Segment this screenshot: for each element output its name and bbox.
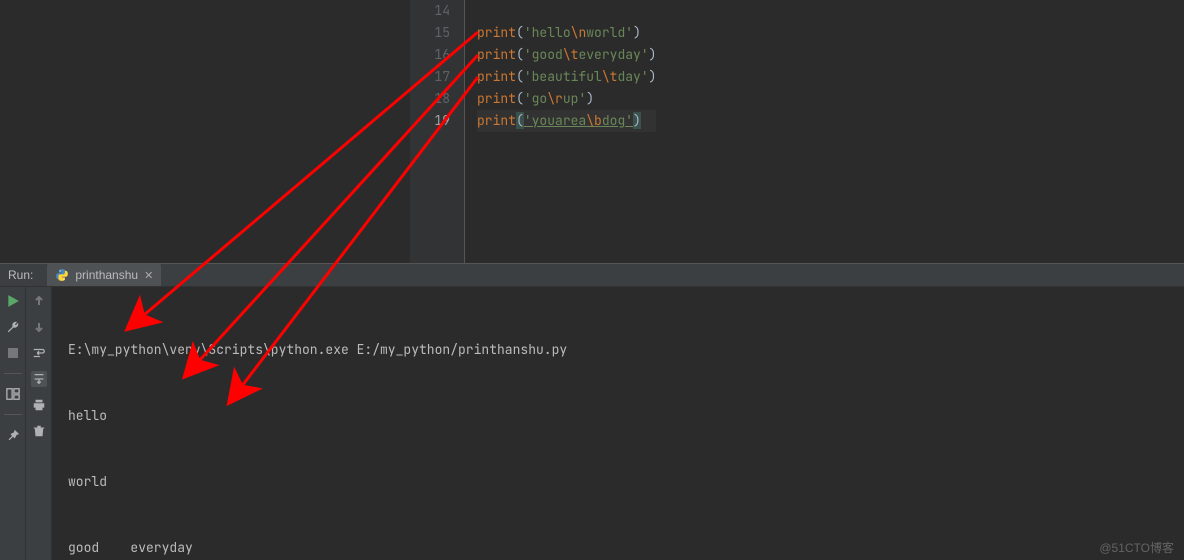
line-number: 18 <box>410 88 464 110</box>
code-line: print('youarea\bdog') <box>477 110 656 132</box>
line-number: 19 <box>410 110 464 132</box>
code-editor[interactable]: 14 15 16 17 18 19 print('hello\nworld') … <box>0 0 1184 263</box>
code-line: print('go\rup') <box>477 88 656 110</box>
console-line: hello <box>68 405 1172 427</box>
play-icon[interactable] <box>5 293 21 309</box>
run-tab-label: printhanshu <box>75 268 138 282</box>
scroll-to-end-icon[interactable] <box>31 371 47 387</box>
console-output[interactable]: E:\my_python\venv\Scripts\python.exe E:/… <box>52 287 1184 560</box>
code-area[interactable]: print('hello\nworld') print('good\tevery… <box>465 0 656 263</box>
arrow-down-icon[interactable] <box>31 319 47 335</box>
arrow-up-icon[interactable] <box>31 293 47 309</box>
console-line: world <box>68 471 1172 493</box>
trash-icon[interactable] <box>31 423 47 439</box>
stop-icon[interactable] <box>5 345 21 361</box>
print-icon[interactable] <box>31 397 47 413</box>
code-line <box>477 0 656 22</box>
separator <box>4 373 22 374</box>
line-number: 17 <box>410 66 464 88</box>
run-title: Run: <box>8 268 33 282</box>
pin-icon[interactable] <box>5 427 21 443</box>
console-line: E:\my_python\venv\Scripts\python.exe E:/… <box>68 339 1172 361</box>
code-line: print('beautiful\tday') <box>477 66 656 88</box>
close-icon[interactable]: ✕ <box>144 269 153 282</box>
console-line: good everyday <box>68 537 1172 559</box>
line-number-gutter: 14 15 16 17 18 19 <box>410 0 465 263</box>
run-body: E:\my_python\venv\Scripts\python.exe E:/… <box>0 287 1184 560</box>
line-number: 14 <box>410 0 464 22</box>
line-number: 15 <box>410 22 464 44</box>
code-line: print('good\teveryday') <box>477 44 656 66</box>
python-icon <box>55 268 69 282</box>
editor-left-margin <box>0 0 410 263</box>
separator <box>4 414 22 415</box>
run-actions-primary <box>0 287 26 560</box>
layout-icon[interactable] <box>5 386 21 402</box>
run-actions-secondary <box>26 287 52 560</box>
watermark: @51CTO博客 <box>1099 539 1174 556</box>
run-tab[interactable]: printhanshu ✕ <box>47 264 161 286</box>
wrench-icon[interactable] <box>5 319 21 335</box>
line-number: 16 <box>410 44 464 66</box>
code-line: print('hello\nworld') <box>477 22 656 44</box>
run-tool-window: Run: printhanshu ✕ <box>0 263 1184 560</box>
soft-wrap-icon[interactable] <box>31 345 47 361</box>
run-header: Run: printhanshu ✕ <box>0 264 1184 287</box>
